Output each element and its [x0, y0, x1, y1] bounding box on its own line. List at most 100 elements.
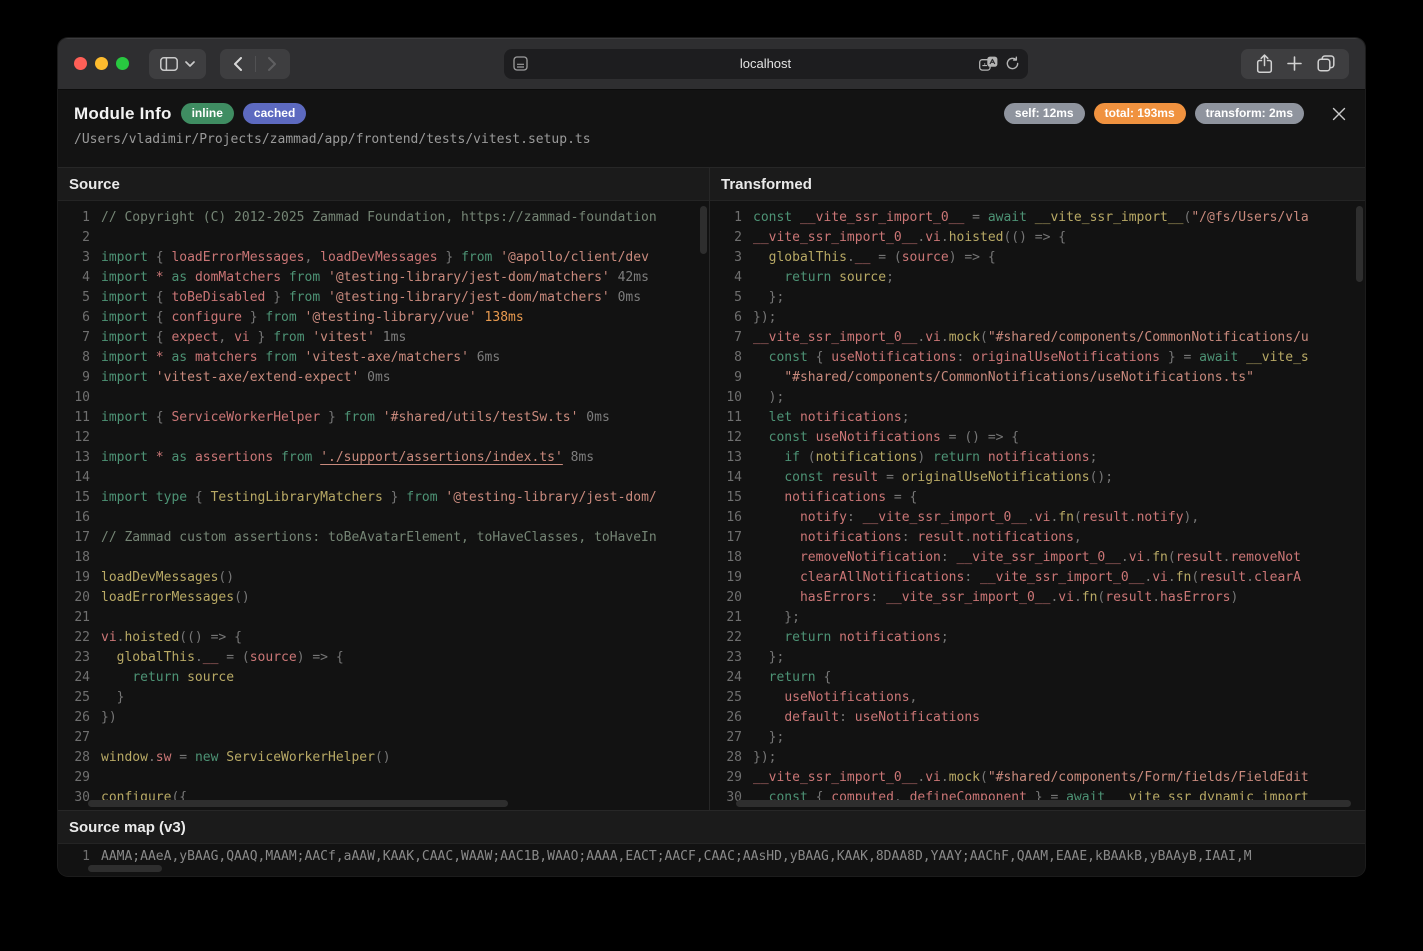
code-token [753, 548, 800, 568]
code-token [258, 348, 266, 368]
code-token [148, 268, 156, 288]
line-number: 9 [718, 368, 742, 388]
code-token [273, 448, 281, 468]
new-tab-button[interactable] [1287, 56, 1302, 71]
reload-icon[interactable] [1005, 56, 1020, 71]
sidebar-toggle-button[interactable] [149, 49, 206, 79]
line-number: 24 [66, 668, 90, 688]
code-token: ) [1231, 588, 1239, 608]
share-button[interactable] [1256, 54, 1273, 74]
sidebar-icon [160, 57, 178, 71]
code-token: fn [1176, 568, 1192, 588]
code-token: hasErrors [800, 588, 870, 608]
line-number: 9 [66, 368, 90, 388]
code-token: originalUseNotifications [972, 348, 1160, 368]
code-token: }; [753, 648, 784, 668]
minimize-window-button[interactable] [95, 57, 108, 70]
code-token: ( [1097, 588, 1105, 608]
code-token: . [941, 768, 949, 788]
code-line: 28}); [718, 748, 1365, 768]
code-token: from [273, 328, 304, 348]
code-token: __ [203, 648, 219, 668]
code-token: : [847, 508, 863, 528]
code-token: } [242, 308, 265, 328]
code-token: = [171, 748, 194, 768]
back-button[interactable] [221, 49, 255, 79]
code-token: 'vitest' [312, 328, 375, 348]
code-token: vi [234, 328, 250, 348]
code-line: 9 "#shared/components/CommonNotification… [718, 368, 1365, 388]
code-token: ; [941, 628, 949, 648]
line-number: 11 [66, 408, 90, 428]
code-token: . [1223, 548, 1231, 568]
line-number: 28 [718, 748, 742, 768]
code-token: useNotifications [855, 708, 980, 728]
code-line: 1const __vite_ssr_import_0__ = await __v… [718, 208, 1365, 228]
code-token: import [101, 368, 148, 388]
forward-button[interactable] [256, 49, 290, 79]
code-line: 2__vite_ssr_import_0__.vi.hoisted(() => … [718, 228, 1365, 248]
code-token [320, 268, 328, 288]
line-number: 11 [718, 408, 742, 428]
code-line: 3import { loadErrorMessages, loadDevMess… [66, 248, 709, 268]
close-window-button[interactable] [74, 57, 87, 70]
page-settings-icon[interactable] [513, 56, 528, 71]
line-number: 22 [718, 628, 742, 648]
code-token: import [101, 408, 148, 428]
code-token: '@testing-library/jest-dom/matchers' [328, 268, 610, 288]
sourcemap-horizontal-scrollbar[interactable] [88, 865, 162, 872]
source-code[interactable]: 1// Copyright (C) 2012-2025 Zammad Found… [58, 201, 709, 808]
address-bar[interactable]: localhost [504, 49, 1028, 79]
line-number: 29 [66, 768, 90, 788]
code-line: 8 const { useNotifications: originalUseN… [718, 348, 1365, 368]
code-token: const [769, 428, 808, 448]
code-token: return [769, 668, 816, 688]
code-token: "/@fs/Users/vla [1191, 208, 1308, 228]
code-token [187, 448, 195, 468]
line-number: 22 [66, 628, 90, 648]
code-token: // Copyright (C) 2012-2025 Zammad Founda… [101, 208, 657, 228]
code-token: : [839, 708, 855, 728]
code-token: (() => { [179, 628, 242, 648]
code-line: 23 globalThis.__ = (source) => { [66, 648, 709, 668]
code-token: : [957, 348, 973, 368]
line-number: 7 [718, 328, 742, 348]
close-panel-button[interactable] [1329, 104, 1349, 124]
transformed-vertical-scrollbar[interactable] [1356, 206, 1363, 282]
address-bar-actions [979, 49, 1020, 79]
transformed-horizontal-scrollbar[interactable] [736, 800, 1351, 807]
code-line: 18 removeNotification: __vite_ssr_import… [718, 548, 1365, 568]
source-horizontal-scrollbar[interactable] [88, 800, 508, 807]
code-token: const [769, 348, 808, 368]
code-token: new [195, 748, 218, 768]
toolbar-center: localhost [304, 49, 1227, 79]
code-token: { [148, 308, 171, 328]
code-token [823, 468, 831, 488]
code-token [148, 368, 156, 388]
code-line: 26}) [66, 708, 709, 728]
code-token [753, 668, 769, 688]
code-token: "#shared/components/CommonNotifications/… [784, 368, 1254, 388]
transformed-code[interactable]: 1const __vite_ssr_import_0__ = await __v… [710, 201, 1365, 808]
line-number: 18 [718, 548, 742, 568]
code-token: , [1074, 528, 1082, 548]
line-number: 5 [718, 288, 742, 308]
code-line: 10 ); [718, 388, 1365, 408]
translate-icon[interactable] [979, 56, 998, 71]
code-line: 23 }; [718, 648, 1365, 668]
source-vertical-scrollbar[interactable] [700, 206, 707, 254]
code-token: result [1176, 548, 1223, 568]
code-line: 15 notifications = { [718, 488, 1365, 508]
code-token [753, 708, 784, 728]
code-token: , [305, 248, 321, 268]
code-line: 12 [66, 428, 709, 448]
code-token: sw [156, 748, 172, 768]
zoom-window-button[interactable] [116, 57, 129, 70]
code-token [753, 588, 800, 608]
code-token: '@testing-library/jest-dom/matchers' [328, 288, 610, 308]
sourcemap-section: Source map (v3) 1 AAMA;AAeA,yBAAG,QAAQ,M… [58, 810, 1365, 876]
line-number: 1 [718, 208, 742, 228]
code-token: }); [753, 748, 776, 768]
code-token: from [406, 488, 437, 508]
tab-overview-button[interactable] [1317, 55, 1335, 72]
